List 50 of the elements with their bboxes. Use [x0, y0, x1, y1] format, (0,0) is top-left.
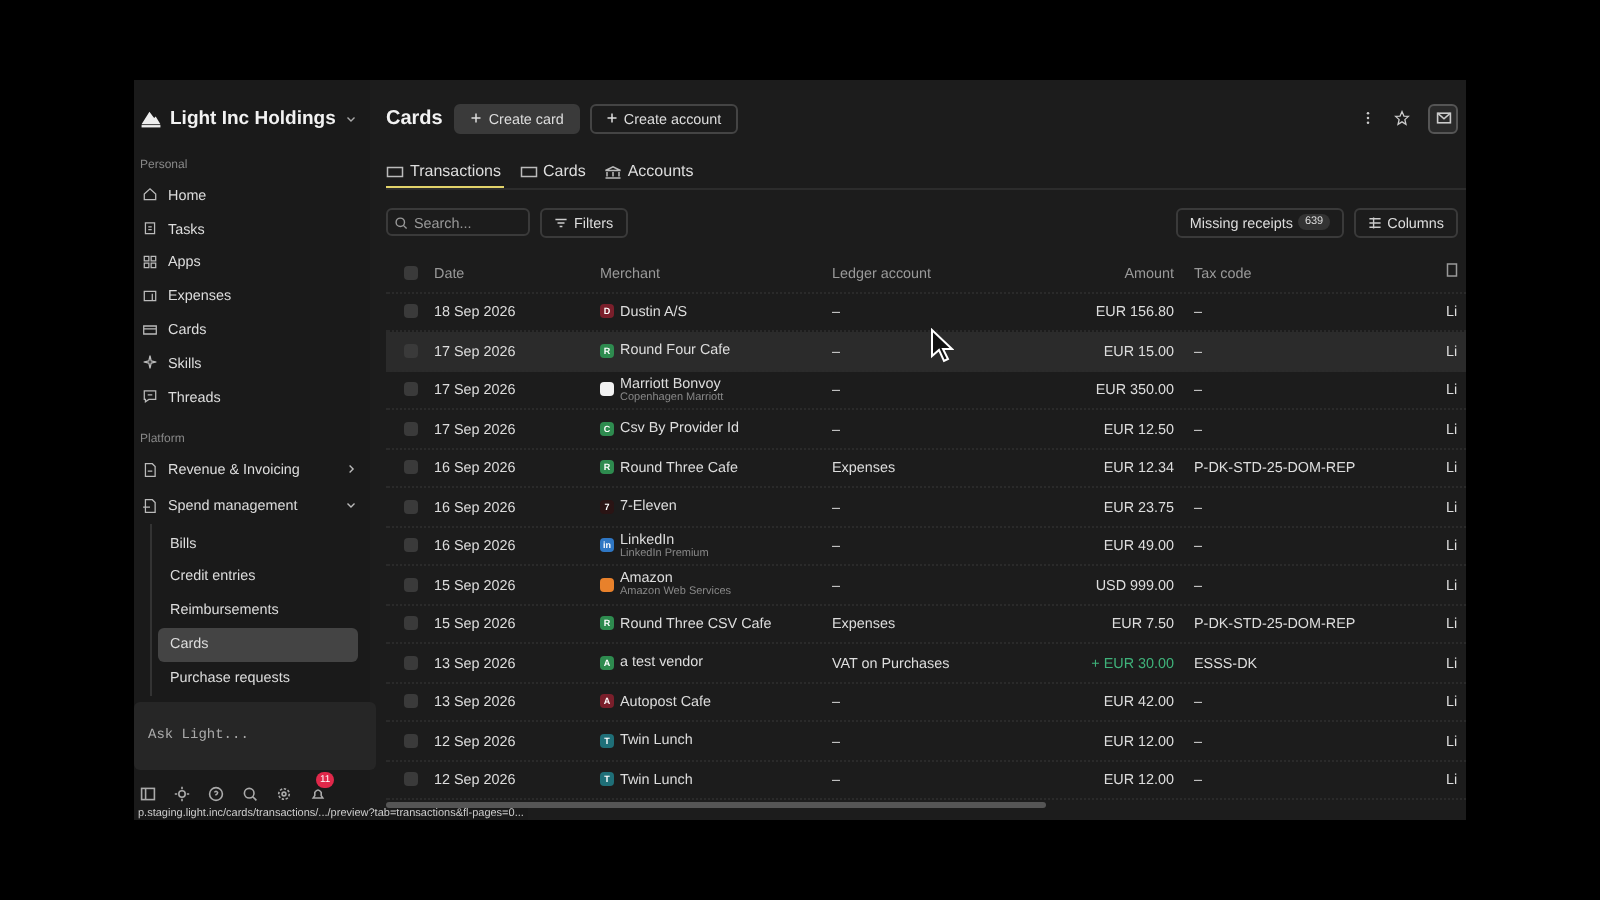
- column-icon: [1446, 262, 1458, 279]
- envelope-icon: [1435, 110, 1451, 126]
- document-icon: [142, 461, 158, 478]
- row-checkbox[interactable]: [403, 577, 417, 592]
- row-checkbox[interactable]: [403, 382, 417, 397]
- card-icon: [519, 163, 537, 179]
- chevron-right-icon: [344, 462, 358, 477]
- plus-icon: [605, 112, 618, 124]
- message-icon: [142, 388, 158, 405]
- search-icon: [394, 215, 408, 229]
- row-checkbox[interactable]: [403, 304, 417, 319]
- row-checkbox[interactable]: [403, 499, 417, 514]
- row-checkbox[interactable]: [403, 616, 417, 631]
- card-icon: [142, 321, 158, 338]
- scrollbar[interactable]: [386, 802, 1046, 808]
- tab[interactable]: Accounts: [603, 156, 696, 188]
- cursor-icon: [930, 328, 954, 364]
- tab[interactable]: Cards: [519, 156, 588, 188]
- mail-button[interactable]: [1428, 103, 1458, 133]
- card-icon: [386, 163, 404, 179]
- tab[interactable]: Transactions: [386, 156, 503, 188]
- workspace-name[interactable]: Light Inc Holdings: [170, 107, 336, 129]
- chevron-down-icon: [344, 498, 358, 513]
- bank-icon: [603, 163, 622, 179]
- row-checkbox[interactable]: [403, 694, 417, 709]
- filter-icon: [554, 215, 568, 229]
- sun-icon[interactable]: [174, 785, 190, 802]
- row-checkbox[interactable]: [403, 421, 417, 436]
- row-checkbox[interactable]: [403, 733, 417, 748]
- sparkle-icon: [142, 354, 158, 371]
- receipt-icon: [142, 287, 158, 304]
- select-all-checkbox[interactable]: [403, 265, 417, 280]
- plus-icon: [470, 112, 483, 124]
- settings-icon[interactable]: [276, 785, 292, 802]
- row-checkbox[interactable]: [403, 772, 417, 787]
- mountain-logo-icon: [140, 108, 162, 128]
- row-checkbox[interactable]: [403, 655, 417, 670]
- bell-icon[interactable]: [310, 785, 326, 802]
- document-icon: [142, 497, 158, 514]
- row-checkbox[interactable]: [403, 538, 417, 553]
- columns-icon: [1367, 215, 1382, 229]
- row-checkbox[interactable]: [403, 460, 417, 475]
- grid-icon: [142, 253, 158, 270]
- page-title: Cards: [386, 107, 443, 129]
- search-icon[interactable]: [242, 785, 258, 802]
- house-icon: [142, 186, 158, 203]
- panel-icon[interactable]: [140, 785, 156, 802]
- star-icon[interactable]: [1394, 110, 1410, 126]
- help-icon[interactable]: [208, 785, 224, 802]
- clipboard-icon: [142, 220, 158, 237]
